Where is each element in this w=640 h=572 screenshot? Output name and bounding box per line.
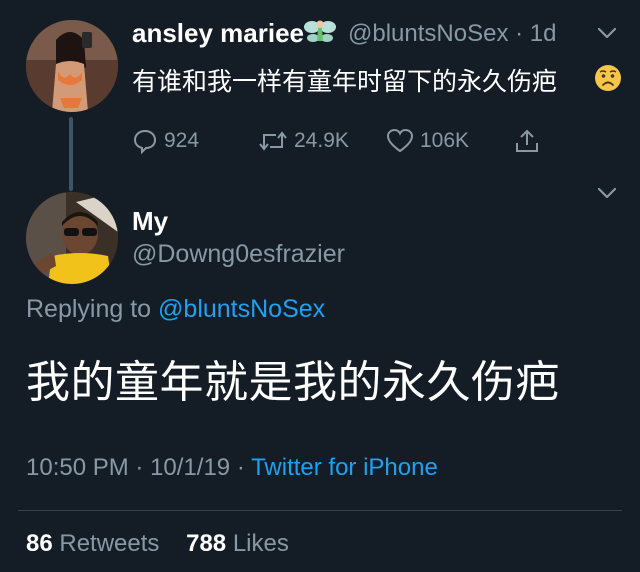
handle[interactable]: @bluntsNoSex — [348, 20, 508, 47]
reply-button[interactable]: 924 — [132, 128, 199, 154]
retweet-total: 86 — [26, 530, 53, 557]
retweet-icon — [259, 131, 287, 151]
avatar[interactable] — [26, 20, 118, 112]
share-button[interactable] — [514, 128, 540, 154]
replying-to: Replying to @bluntsNoSex — [26, 295, 325, 324]
retweet-button[interactable]: 24.9K — [258, 128, 349, 154]
worried-face-icon — [595, 65, 621, 91]
like-count: 106K — [420, 129, 470, 152]
tweet-date[interactable]: 10/1/19 — [150, 454, 230, 481]
like-total: 788 — [186, 530, 227, 557]
separator-dot: · — [236, 454, 252, 481]
fairy-icon — [304, 20, 336, 42]
chevron-down-icon[interactable] — [596, 26, 618, 40]
tweet-time[interactable]: 10:50 PM — [26, 454, 129, 481]
handle-and-age[interactable]: @bluntsNoSex · 1d — [348, 20, 557, 48]
likes-label: Likes — [232, 530, 289, 557]
separator-dot: · — [515, 20, 530, 47]
tweet-stats: 86 Retweets 788 Likes — [26, 530, 289, 558]
avatar-photo — [26, 20, 118, 112]
separator-dot: · — [135, 454, 151, 481]
tweet-text: 我的童年就是我的永久伤疤 — [26, 358, 560, 407]
retweets-stat[interactable]: 86 Retweets — [26, 530, 159, 557]
avatar[interactable] — [26, 192, 118, 284]
like-button[interactable]: 106K — [386, 128, 469, 154]
reply-count: 924 — [164, 129, 200, 152]
display-name[interactable]: ansley mariee — [132, 18, 304, 49]
mention-link[interactable]: @bluntsNoSex — [158, 295, 325, 323]
thread-line — [69, 117, 73, 191]
source-link[interactable]: Twitter for iPhone — [251, 454, 438, 481]
retweets-label: Retweets — [59, 530, 160, 557]
chevron-down-icon[interactable] — [596, 186, 618, 200]
replying-prefix: Replying to — [26, 295, 152, 323]
tweet-text: 有谁和我一样有童年时留下的永久伤疤 — [132, 68, 558, 96]
avatar-photo — [26, 192, 118, 284]
share-icon — [516, 129, 538, 152]
tweet-age[interactable]: 1d — [530, 20, 557, 47]
heart-icon — [386, 128, 414, 153]
display-name[interactable]: My — [132, 206, 168, 237]
likes-stat[interactable]: 788 Likes — [186, 530, 289, 557]
divider — [18, 510, 622, 511]
tweet-meta: 10:50 PM · 10/1/19 · Twitter for iPhone — [26, 454, 438, 482]
reply-icon — [133, 129, 157, 154]
handle[interactable]: @Downg0esfrazier — [132, 240, 345, 269]
retweet-count: 24.9K — [294, 129, 349, 152]
